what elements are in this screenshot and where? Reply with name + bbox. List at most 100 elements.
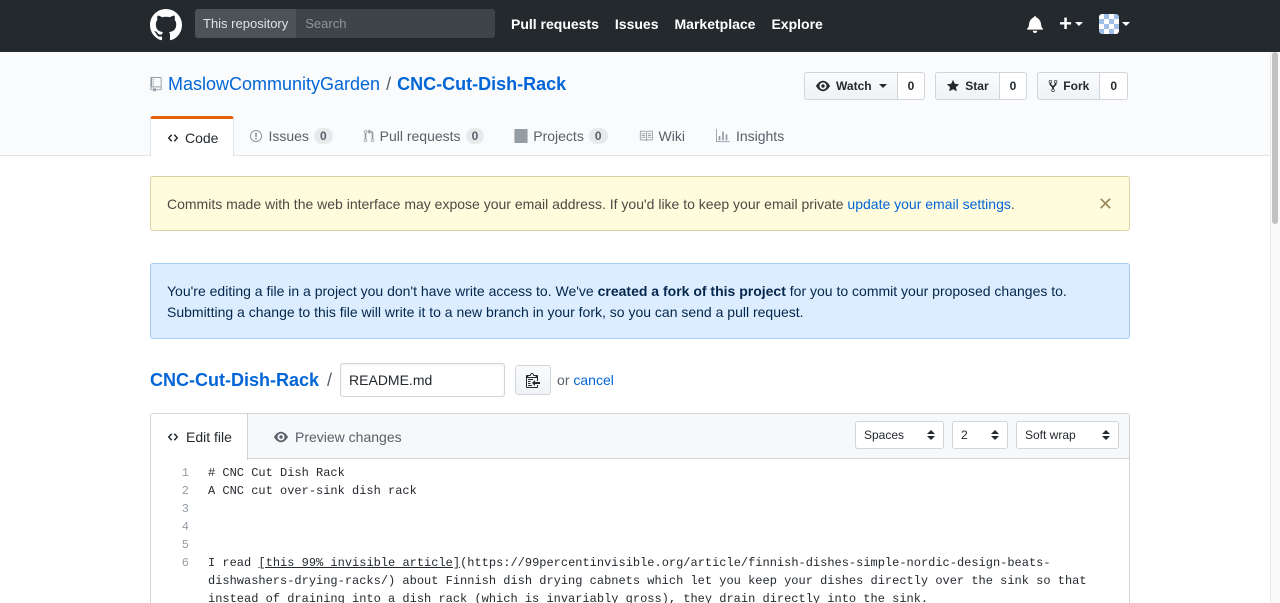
repo-nav-tabs: Code Issues 0 Pull requests 0 Projects 0…: [150, 116, 799, 157]
create-new-menu[interactable]: +: [1059, 13, 1083, 35]
code-area[interactable]: 1 # CNC Cut Dish Rack 2 A CNC cut over-s…: [151, 459, 1129, 603]
github-logo-icon[interactable]: [150, 9, 182, 41]
notifications-bell-icon[interactable]: [1027, 15, 1044, 33]
tab-issues[interactable]: Issues 0: [234, 116, 347, 156]
email-warning-text: Commits made with the web interface may …: [167, 196, 1015, 212]
fork-count[interactable]: 0: [1100, 72, 1128, 100]
indent-size-value: 2: [961, 428, 968, 442]
tab-pull-requests[interactable]: Pull requests 0: [348, 116, 500, 156]
tab-preview-changes-label: Preview changes: [295, 428, 402, 445]
tab-projects[interactable]: Projects 0: [499, 116, 622, 156]
star-icon: [947, 79, 960, 92]
select-arrows-icon: [927, 430, 935, 440]
caret-down-icon: [878, 84, 887, 88]
header-actions: +: [1027, 13, 1130, 35]
code-line: 2 A CNC cut over-sink dish rack: [151, 482, 1129, 500]
caret-down-icon: [1075, 22, 1083, 26]
issue-opened-icon: [250, 129, 263, 143]
or-text: or: [557, 372, 570, 388]
top-nav: Pull requests Issues Marketplace Explore: [511, 16, 823, 32]
tab-projects-label: Projects: [533, 128, 584, 144]
eye-icon: [274, 431, 288, 442]
repo-title: MaslowCommunityGarden / CNC-Cut-Dish-Rac…: [150, 74, 566, 95]
nav-issues[interactable]: Issues: [615, 16, 659, 32]
pulls-counter: 0: [465, 128, 485, 144]
line-content: [189, 536, 1109, 554]
wrap-mode-value: Soft wrap: [1025, 428, 1076, 442]
fork-info-text-before: You're editing a file in a project you d…: [167, 283, 598, 299]
fork-group: Fork 0: [1037, 72, 1128, 100]
repo-actions: Watch 0 Star 0 Fork 0: [804, 72, 1128, 100]
tab-code-label: Code: [185, 129, 219, 146]
wrap-mode-select[interactable]: Soft wrap: [1016, 421, 1119, 449]
repo-forked-book-icon: [150, 77, 162, 92]
page-scrollbar[interactable]: [1270, 52, 1280, 603]
watch-group: Watch 0: [804, 72, 926, 100]
tab-pull-requests-label: Pull requests: [379, 128, 461, 144]
search-input[interactable]: Search: [296, 16, 346, 31]
repo-owner-link[interactable]: MaslowCommunityGarden: [168, 74, 380, 95]
indent-mode-value: Spaces: [864, 428, 905, 442]
user-menu[interactable]: [1099, 14, 1130, 34]
search-scope-label: This repository: [195, 9, 297, 38]
projects-counter: 0: [588, 128, 608, 144]
tab-insights[interactable]: Insights: [700, 116, 799, 156]
code-line: 4: [151, 518, 1129, 536]
git-pull-request-icon: [363, 129, 374, 143]
breadcrumb-separator: /: [327, 369, 333, 390]
watch-button[interactable]: Watch: [804, 72, 898, 100]
fork-info-flash: You're editing a file in a project you d…: [150, 263, 1130, 339]
tab-wiki-label: Wiki: [658, 128, 685, 144]
issues-counter: 0: [313, 128, 333, 144]
tab-wiki[interactable]: Wiki: [623, 116, 700, 156]
indent-mode-select[interactable]: Spaces: [855, 421, 944, 449]
code-line: 5: [151, 536, 1129, 554]
line-number: 3: [181, 502, 189, 516]
tab-issues-label: Issues: [268, 128, 309, 144]
line-number: 5: [181, 538, 189, 552]
repo-header: MaslowCommunityGarden / CNC-Cut-Dish-Rac…: [0, 52, 1270, 157]
scrollbar-thumb[interactable]: [1272, 52, 1278, 224]
line-content: # CNC Cut Dish Rack: [208, 466, 345, 480]
code-line: 6 I read [this 99% invisible article](ht…: [151, 554, 1129, 603]
nav-explore[interactable]: Explore: [771, 16, 822, 32]
cancel-link[interactable]: cancel: [573, 372, 613, 388]
star-label: Star: [965, 79, 989, 93]
caret-down-icon: [1122, 22, 1130, 26]
repo-title-separator: /: [386, 74, 392, 94]
star-group: Star 0: [935, 72, 1028, 100]
fork-icon: [1048, 79, 1058, 93]
watch-label: Watch: [836, 79, 872, 93]
indent-size-select[interactable]: 2: [952, 421, 1008, 449]
select-arrows-icon: [991, 430, 999, 440]
line-content: [189, 500, 1109, 518]
avatar: [1099, 14, 1119, 34]
breadcrumb-repo-link[interactable]: CNC-Cut-Dish-Rack: [150, 370, 319, 391]
editor-header: Edit file Preview changes Spaces 2 Soft …: [151, 414, 1129, 460]
update-email-settings-link[interactable]: update your email settings: [847, 196, 1010, 212]
copy-path-button[interactable]: [515, 365, 552, 395]
email-warning-message: Commits made with the web interface may …: [167, 195, 848, 212]
line-text: I read: [208, 556, 259, 570]
code-line: 1 # CNC Cut Dish Rack: [151, 464, 1129, 482]
fork-info-bold: created a fork of this project: [597, 283, 786, 299]
line-content: A CNC cut over-sink dish rack: [208, 484, 417, 498]
line-content: I read [this 99% invisible article](http…: [189, 554, 1109, 603]
fork-button[interactable]: Fork: [1037, 72, 1101, 100]
tab-code[interactable]: Code: [150, 116, 235, 157]
tab-edit-file-label: Edit file: [186, 429, 232, 445]
star-count[interactable]: 0: [999, 72, 1028, 100]
markdown-link-text: [this 99% invisible article]: [258, 556, 461, 570]
tab-preview-changes[interactable]: Preview changes: [258, 414, 417, 459]
nav-marketplace[interactable]: Marketplace: [675, 16, 756, 32]
nav-pull-requests[interactable]: Pull requests: [511, 16, 599, 32]
search-box[interactable]: This repository Search: [195, 9, 495, 38]
tab-insights-label: Insights: [735, 128, 785, 144]
tab-edit-file[interactable]: Edit file: [151, 414, 248, 460]
filename-input[interactable]: [340, 363, 506, 397]
close-icon[interactable]: ✕: [1098, 195, 1113, 213]
star-button[interactable]: Star: [935, 72, 1000, 100]
watch-count[interactable]: 0: [897, 72, 926, 100]
graph-icon: [715, 129, 730, 143]
repo-name-link[interactable]: CNC-Cut-Dish-Rack: [397, 74, 566, 95]
